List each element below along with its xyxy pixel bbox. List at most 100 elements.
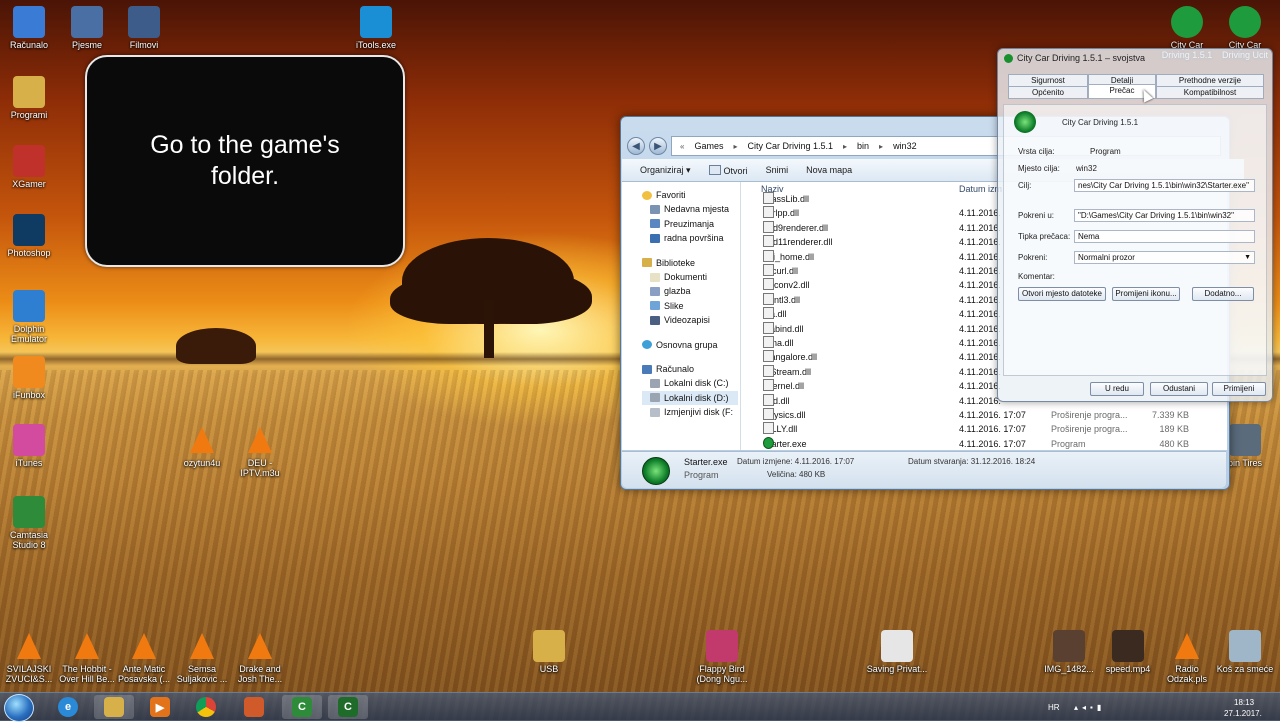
desktop-icon-vlc[interactable]: Ante Matic Posavska (...	[113, 630, 175, 684]
taskbar-chrome[interactable]	[186, 695, 226, 719]
dll-file-icon	[763, 379, 774, 392]
nav-downloads[interactable]: Preuzimanja	[642, 217, 738, 231]
file-date: 4.11.2016. 17:07	[959, 424, 1026, 435]
nav-recent-places[interactable]: Nedavna mjesta	[642, 202, 738, 216]
nav-desktop[interactable]: radna površina	[642, 231, 738, 245]
desktop-icon	[650, 233, 660, 243]
nav-computer[interactable]: Računalo	[642, 362, 738, 376]
burn-button[interactable]: Snimi	[766, 165, 789, 175]
desktop-icon-label: Camtasia Studio 8	[9, 530, 48, 550]
desktop-icon-ipa[interactable]: Flappy Bird (Dong Ngu...	[691, 630, 753, 684]
desktop-icon-image[interactable]: IMG_1482...	[1038, 630, 1100, 674]
nav-computer-label: Računalo	[656, 363, 695, 374]
itools-icon	[360, 6, 392, 38]
details-size: Veličina: 480 KB	[767, 470, 826, 479]
dll-file-icon	[763, 307, 774, 320]
removable-drive-icon	[650, 407, 660, 417]
desktop-icon-vlc[interactable]: DEU - IPTV.m3u	[229, 424, 291, 478]
desktop-icon-video[interactable]: Filmovi	[113, 6, 175, 50]
taskbar-camtasia[interactable]: C	[282, 695, 322, 719]
desktop-icon-vlc[interactable]: Drake and Josh The...	[229, 630, 291, 684]
taskbar-media-player[interactable]: ▶	[140, 695, 180, 719]
taskbar-explorer[interactable]	[94, 695, 134, 719]
file-name: curlpp.dll	[763, 206, 799, 220]
dll-file-icon	[763, 364, 774, 377]
file-row[interactable]: Starter.exe 4.11.2016. 17:07 Program 480 KB	[741, 436, 1227, 450]
run-select[interactable]: Normalni prozor ▼	[1074, 251, 1255, 264]
open-button[interactable]: Otvori	[708, 164, 748, 176]
advanced-button[interactable]: Dodatno...	[1192, 287, 1254, 301]
nav-drive-d[interactable]: Lokalni disk (D:)	[642, 390, 738, 406]
dll-file-icon	[763, 393, 774, 406]
breadcrumb-city-car[interactable]: City Car Driving 1.5.1	[747, 141, 833, 151]
desktop-icon-music[interactable]: Pjesme	[56, 6, 118, 50]
desktop-icon-camtasia[interactable]: Camtasia Studio 8	[0, 496, 60, 550]
dll-file-icon	[763, 321, 774, 334]
nav-drive-c[interactable]: Lokalni disk (C:)	[642, 376, 738, 390]
new-folder-button[interactable]: Nova mapa	[806, 165, 852, 175]
tray-icons[interactable]: ▴◂▪▮	[1074, 703, 1105, 712]
nav-homegroup[interactable]: Osnovna grupa	[642, 338, 738, 352]
breadcrumb-bin[interactable]: bin	[857, 141, 869, 151]
desktop-icon-video-file[interactable]: speed.mp4	[1097, 630, 1159, 674]
taskbar-app[interactable]	[234, 695, 274, 719]
videos-icon	[650, 315, 660, 325]
desktop-icon-label: Koš za smeće	[1216, 664, 1274, 674]
desktop-icon-folder[interactable]: Programi	[0, 76, 60, 120]
dll-file-icon	[763, 235, 774, 248]
desktop-icon-xgamer[interactable]: XGamer	[0, 145, 60, 189]
desktop-icon-label: Saving Privat...	[866, 664, 928, 674]
desktop-icon-ifunbox[interactable]: iFunbox	[0, 356, 60, 400]
cancel-button[interactable]: Odustani	[1150, 382, 1208, 396]
taskbar-camtasia-recorder[interactable]: C	[328, 695, 368, 719]
desktop-icon-computer[interactable]: Računalo	[0, 6, 60, 50]
nav-favorites[interactable]: Favoriti	[642, 188, 738, 202]
nav-videos[interactable]: Videozapisi	[642, 313, 738, 327]
nav-libraries[interactable]: Biblioteke	[642, 256, 738, 270]
desktop-icon-vlc[interactable]: ozytun4u	[171, 424, 233, 468]
ok-button[interactable]: U redu	[1090, 382, 1144, 396]
taskbar-ie[interactable]: e	[48, 695, 88, 719]
desktop-icon-vlc[interactable]: SVILAJSKI ZVUCI&S...	[0, 630, 60, 684]
downloads-icon	[650, 219, 660, 229]
camtasia-icon	[13, 496, 45, 528]
target-input[interactable]: nes\City Car Driving 1.5.1\bin\win32\Sta…	[1074, 179, 1255, 192]
open-file-location-button[interactable]: Otvori mjesto datoteke	[1018, 287, 1106, 301]
start-in-input[interactable]: "D:\Games\City Car Driving 1.5.1\bin\win…	[1074, 209, 1255, 222]
desktop-icon-vlc[interactable]: Semsa Suljakovic ...	[171, 630, 233, 684]
forward-arrow-icon[interactable]: ▶	[649, 137, 667, 155]
properties-dialog[interactable]: City Car Driving 1.5.1 – svojstva Sigurn…	[997, 48, 1273, 402]
vlc-icon	[244, 424, 276, 456]
file-row[interactable]: Physics.dll 4.11.2016. 17:07 Proširenje pr…	[741, 408, 1227, 422]
clock-date[interactable]: 27.1.2017.	[1224, 709, 1262, 718]
nav-documents[interactable]: Dokumenti	[642, 270, 738, 284]
desktop-icon-folder[interactable]: USB	[518, 630, 580, 674]
back-arrow-icon[interactable]: ◀	[627, 137, 645, 155]
desktop-icon-itunes[interactable]: iTunes	[0, 424, 60, 468]
nav-music[interactable]: glazba	[642, 284, 738, 298]
breadcrumb-win32[interactable]: win32	[893, 141, 917, 151]
desktop-icon-label: The Hobbit - Over Hill Be...	[59, 664, 115, 684]
nav-pictures[interactable]: Slike	[642, 299, 738, 313]
desktop-icon-itools[interactable]: iTools.exe	[345, 6, 407, 50]
language-indicator[interactable]: HR	[1048, 703, 1060, 712]
desktop-icon-recycle-bin[interactable]: Koš za smeće	[1214, 630, 1276, 674]
nav-drive-f[interactable]: Izmjenjivi disk (F:	[642, 405, 738, 419]
change-icon-button[interactable]: Promijeni ikonu...	[1112, 287, 1180, 301]
shortcut-key-input[interactable]: Nema	[1074, 230, 1255, 243]
shortcut-name: City Car Driving 1.5.1	[1062, 118, 1139, 127]
tab-compatibility[interactable]: Kompatibilnost	[1156, 86, 1264, 99]
desktop-icon-vlc[interactable]: Radio Odzak.pls	[1156, 630, 1218, 684]
apply-button[interactable]: Primijeni	[1212, 382, 1266, 396]
organize-menu-button[interactable]: Organiziraj ▾	[640, 165, 691, 176]
file-row[interactable]: SILLY.dll 4.11.2016. 17:07 Proširenje prog…	[741, 422, 1227, 436]
desktop-icon-file[interactable]: Saving Privat...	[866, 630, 928, 674]
clock-time[interactable]: 18:13	[1234, 698, 1254, 707]
bush	[176, 328, 256, 364]
start-button[interactable]	[4, 694, 34, 722]
tab-general[interactable]: Općenito	[1008, 86, 1088, 99]
breadcrumb-games[interactable]: Games	[694, 141, 723, 151]
desktop-icon-photoshop[interactable]: Photoshop	[0, 214, 60, 258]
desktop-icon-dolphin[interactable]: Dolphin Emulator	[0, 290, 60, 344]
desktop-icon-vlc[interactable]: The Hobbit - Over Hill Be...	[56, 630, 118, 684]
